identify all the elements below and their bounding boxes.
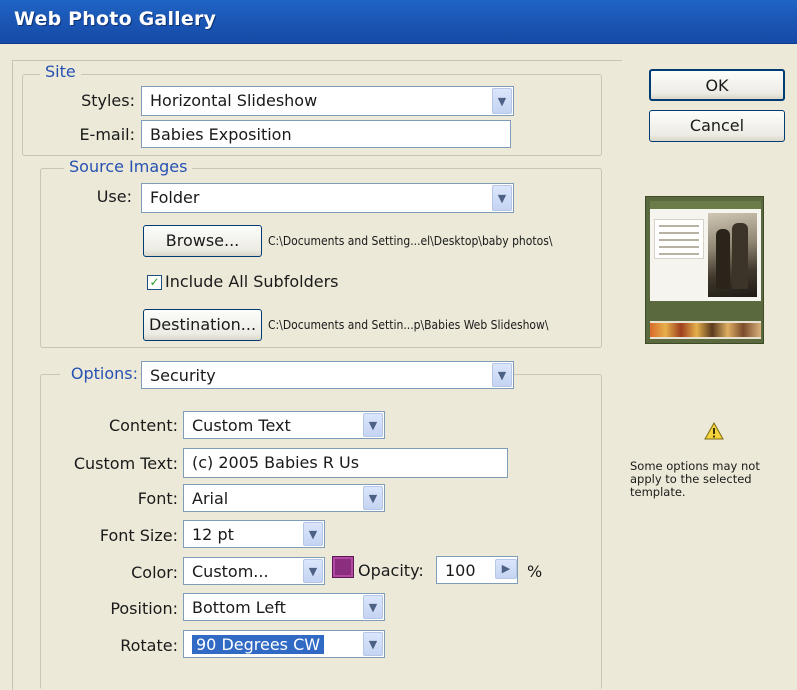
destination-button[interactable]: Destination... [143,309,262,341]
preview-page [650,209,761,301]
opacity-label: Opacity: [358,561,424,580]
email-value: Babies Exposition [150,125,292,144]
site-legend: Site [40,62,81,81]
rotate-label: Rotate: [120,636,178,655]
color-swatch[interactable] [332,556,354,578]
styles-select[interactable]: Horizontal Slideshow ▼ [141,86,514,116]
preview-figure [732,223,748,289]
styles-label: Styles: [81,91,135,110]
chevron-down-icon[interactable]: ▼ [363,486,383,510]
font-select[interactable]: Arial ▼ [183,484,385,512]
chevron-down-icon[interactable]: ▼ [492,185,512,211]
custom-text-value: (c) 2005 Babies R Us [192,453,360,472]
ok-button-label: OK [705,76,729,95]
content-select[interactable]: Custom Text ▼ [183,411,385,439]
color-select[interactable]: Custom... ▼ [183,557,325,585]
chevron-down-icon[interactable]: ▼ [303,522,323,546]
position-select[interactable]: Bottom Left ▼ [183,593,385,621]
preview-figure [716,229,730,289]
styles-value: Horizontal Slideshow [150,91,318,110]
source-images-legend: Source Images [64,157,193,176]
include-subfolders-checkbox[interactable]: ✓ [147,275,162,290]
font-size-label: Font Size: [99,526,178,545]
opacity-unit: % [527,562,543,581]
window-title: Web Photo Gallery [14,8,217,30]
title-bar: Web Photo Gallery [0,0,797,44]
font-size-select[interactable]: 12 pt ▼ [183,520,325,548]
font-label: Font: [137,489,178,508]
options-value: Security [150,366,216,385]
options-select[interactable]: Security ▼ [141,361,514,389]
opacity-value: 100 [445,561,476,580]
options-legend: Options: [60,364,140,383]
rotate-value: 90 Degrees CW [192,635,325,654]
content-value: Custom Text [192,416,291,435]
position-label: Position: [110,599,178,618]
include-subfolders-label[interactable]: Include All Subfolders [165,272,338,291]
preview-header-strip [650,201,761,209]
color-label: Color: [131,563,178,582]
warning-text: Some options may not apply to the select… [630,459,760,499]
browse-button-label: Browse... [165,231,240,250]
custom-text-field[interactable]: (c) 2005 Babies R Us [183,448,508,478]
warning-icon [704,422,724,440]
use-select[interactable]: Folder ▼ [141,183,514,213]
font-value: Arial [192,489,229,508]
destination-path: C:\Documents and Settin...p\Babies Web S… [268,318,549,332]
browse-path: C:\Documents and Setting...el\Desktop\ba… [268,234,553,248]
color-value: Custom... [192,562,269,581]
browse-button[interactable]: Browse... [143,225,262,257]
use-label: Use: [96,187,132,206]
cancel-button[interactable]: Cancel [649,110,785,142]
chevron-down-icon[interactable]: ▼ [492,88,512,114]
position-value: Bottom Left [192,598,286,617]
destination-button-label: Destination... [148,315,257,334]
chevron-down-icon[interactable]: ▼ [363,413,383,437]
ok-button[interactable]: OK [649,69,785,101]
chevron-down-icon[interactable]: ▼ [303,559,323,583]
chevron-down-icon[interactable]: ▼ [363,595,383,619]
preview-text-panel [654,219,704,259]
custom-text-label: Custom Text: [73,454,178,473]
opacity-stepper[interactable]: ▶ [495,559,517,579]
rotate-select[interactable]: 90 Degrees CW ▼ [183,630,385,658]
preview-photo [708,213,757,297]
email-label: E-mail: [79,125,135,144]
font-size-value: 12 pt [192,525,234,544]
cancel-button-label: Cancel [689,116,745,135]
chevron-down-icon[interactable]: ▼ [492,363,512,387]
chevron-down-icon[interactable]: ▼ [363,632,383,656]
content-label: Content: [108,416,178,435]
preview-thumbnail-strip [650,321,761,339]
email-field[interactable]: Babies Exposition [141,120,511,148]
template-preview [645,196,764,344]
use-value: Folder [150,188,200,207]
